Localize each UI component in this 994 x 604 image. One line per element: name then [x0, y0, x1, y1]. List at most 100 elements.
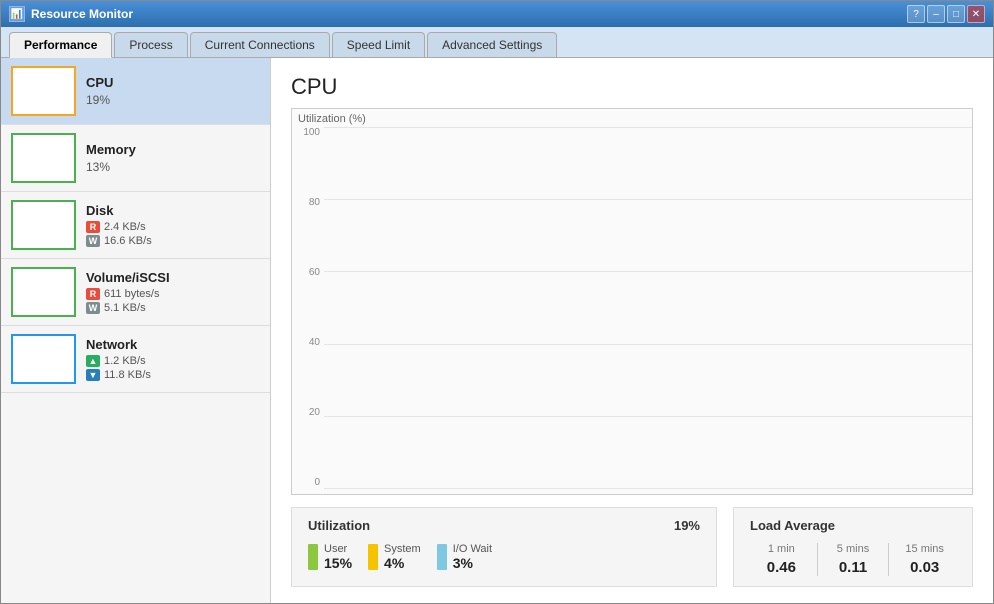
sidebar-item-cpu[interactable]: CPU 19% — [1, 58, 270, 125]
legend-user-info: User 15% — [324, 543, 352, 571]
volume-thumbnail — [11, 267, 76, 317]
network-down-badge: ▼ — [86, 369, 100, 381]
network-title: Network — [86, 337, 260, 352]
cpu-thumbnail — [11, 66, 76, 116]
load-values: 1 min 0.46 5 mins 0.11 15 mins 0.03 — [750, 543, 956, 576]
cpu-info: CPU 19% — [86, 75, 260, 107]
load-divider-1 — [817, 543, 818, 576]
y-label-0: 0 — [292, 477, 324, 488]
cpu-value: 19% — [86, 93, 260, 107]
legend-system-info: System 4% — [384, 543, 421, 571]
grid-60 — [324, 271, 972, 272]
detail-title: CPU — [291, 74, 973, 100]
network-down-row: ▼ 11.8 KB/s — [86, 369, 260, 381]
tab-process[interactable]: Process — [114, 32, 187, 57]
sidebar: CPU 19% Memory 13% Disk — [1, 58, 271, 603]
tabs-bar: Performance Process Current Connections … — [1, 27, 993, 58]
titlebar-left: 📊 Resource Monitor — [9, 6, 133, 22]
grid-40 — [324, 344, 972, 345]
load-divider-2 — [888, 543, 889, 576]
network-up-badge: ▲ — [86, 355, 100, 367]
network-io: ▲ 1.2 KB/s ▼ 11.8 KB/s — [86, 355, 260, 381]
legend-system-value: 4% — [384, 555, 421, 571]
load-15mins-period: 15 mins — [905, 543, 944, 555]
grid-0 — [324, 488, 972, 489]
volume-write-value: 5.1 KB/s — [104, 302, 146, 314]
tab-speed[interactable]: Speed Limit — [332, 32, 425, 57]
legend-user-label: User — [324, 543, 352, 555]
help-button[interactable]: ? — [907, 5, 925, 23]
chart-grid — [324, 127, 972, 488]
tab-performance[interactable]: Performance — [9, 32, 112, 58]
util-title: Utilization — [308, 518, 370, 533]
legend-system-bar — [368, 544, 378, 570]
util-legend: User 15% System 4% — [308, 543, 700, 571]
memory-info: Memory 13% — [86, 142, 260, 174]
chart-y-labels: 100 80 60 40 20 0 — [292, 109, 324, 494]
legend-system-label: System — [384, 543, 421, 555]
legend-iowait-label: I/O Wait — [453, 543, 492, 555]
grid-80 — [324, 199, 972, 200]
load-1min-value: 0.46 — [767, 559, 796, 576]
load-1min-period: 1 min — [768, 543, 795, 555]
load-15mins: 15 mins 0.03 — [893, 543, 956, 576]
memory-value: 13% — [86, 160, 260, 174]
close-button[interactable]: ✕ — [967, 5, 985, 23]
y-label-100: 100 — [292, 127, 324, 138]
grid-100 — [324, 127, 972, 128]
disk-write-row: W 16.6 KB/s — [86, 235, 260, 247]
disk-thumbnail — [11, 200, 76, 250]
y-label-80: 80 — [292, 197, 324, 208]
sidebar-item-network[interactable]: Network ▲ 1.2 KB/s ▼ 11.8 KB/s — [1, 326, 270, 393]
legend-iowait: I/O Wait 3% — [437, 543, 492, 571]
y-label-40: 40 — [292, 337, 324, 348]
utilization-box: Utilization 19% User 15% — [291, 507, 717, 587]
sidebar-item-volume[interactable]: Volume/iSCSI R 611 bytes/s W 5.1 KB/s — [1, 259, 270, 326]
legend-user-value: 15% — [324, 555, 352, 571]
network-info: Network ▲ 1.2 KB/s ▼ 11.8 KB/s — [86, 337, 260, 381]
disk-read-badge: R — [86, 221, 100, 233]
disk-title: Disk — [86, 203, 260, 218]
network-up-value: 1.2 KB/s — [104, 355, 146, 367]
disk-io: R 2.4 KB/s W 16.6 KB/s — [86, 221, 260, 247]
legend-iowait-info: I/O Wait 3% — [453, 543, 492, 571]
network-up-row: ▲ 1.2 KB/s — [86, 355, 260, 367]
memory-thumbnail — [11, 133, 76, 183]
volume-io: R 611 bytes/s W 5.1 KB/s — [86, 288, 260, 314]
grid-20 — [324, 416, 972, 417]
tab-connections[interactable]: Current Connections — [190, 32, 330, 57]
app-icon: 📊 — [9, 6, 25, 22]
tab-advanced[interactable]: Advanced Settings — [427, 32, 557, 57]
memory-title: Memory — [86, 142, 260, 157]
sidebar-item-disk[interactable]: Disk R 2.4 KB/s W 16.6 KB/s — [1, 192, 270, 259]
window-controls: ? – □ ✕ — [907, 5, 985, 23]
load-1min: 1 min 0.46 — [750, 543, 813, 576]
network-down-value: 11.8 KB/s — [104, 369, 151, 381]
load-5mins-value: 0.11 — [839, 559, 867, 576]
y-label-60: 60 — [292, 267, 324, 278]
load-5mins-period: 5 mins — [837, 543, 869, 555]
legend-user: User 15% — [308, 543, 352, 571]
cpu-title: CPU — [86, 75, 260, 90]
util-percent: 19% — [674, 518, 700, 533]
main-content: CPU 19% Memory 13% Disk — [1, 58, 993, 603]
volume-read-badge: R — [86, 288, 100, 300]
volume-info: Volume/iSCSI R 611 bytes/s W 5.1 KB/s — [86, 270, 260, 314]
disk-write-value: 16.6 KB/s — [104, 235, 152, 247]
maximize-button[interactable]: □ — [947, 5, 965, 23]
minimize-button[interactable]: – — [927, 5, 945, 23]
y-label-20: 20 — [292, 407, 324, 418]
load-avg-box: Load Average 1 min 0.46 5 mins 0.11 — [733, 507, 973, 587]
stats-row: Utilization 19% User 15% — [291, 507, 973, 587]
legend-user-bar — [308, 544, 318, 570]
volume-title: Volume/iSCSI — [86, 270, 260, 285]
network-thumbnail — [11, 334, 76, 384]
disk-info: Disk R 2.4 KB/s W 16.6 KB/s — [86, 203, 260, 247]
legend-system: System 4% — [368, 543, 421, 571]
cpu-chart: Utilization (%) 100 80 60 40 20 0 — [291, 108, 973, 495]
main-window: 📊 Resource Monitor ? – □ ✕ Performance P… — [0, 0, 994, 604]
disk-read-value: 2.4 KB/s — [104, 221, 146, 233]
legend-iowait-bar — [437, 544, 447, 570]
sidebar-item-memory[interactable]: Memory 13% — [1, 125, 270, 192]
load-15mins-value: 0.03 — [910, 559, 939, 576]
